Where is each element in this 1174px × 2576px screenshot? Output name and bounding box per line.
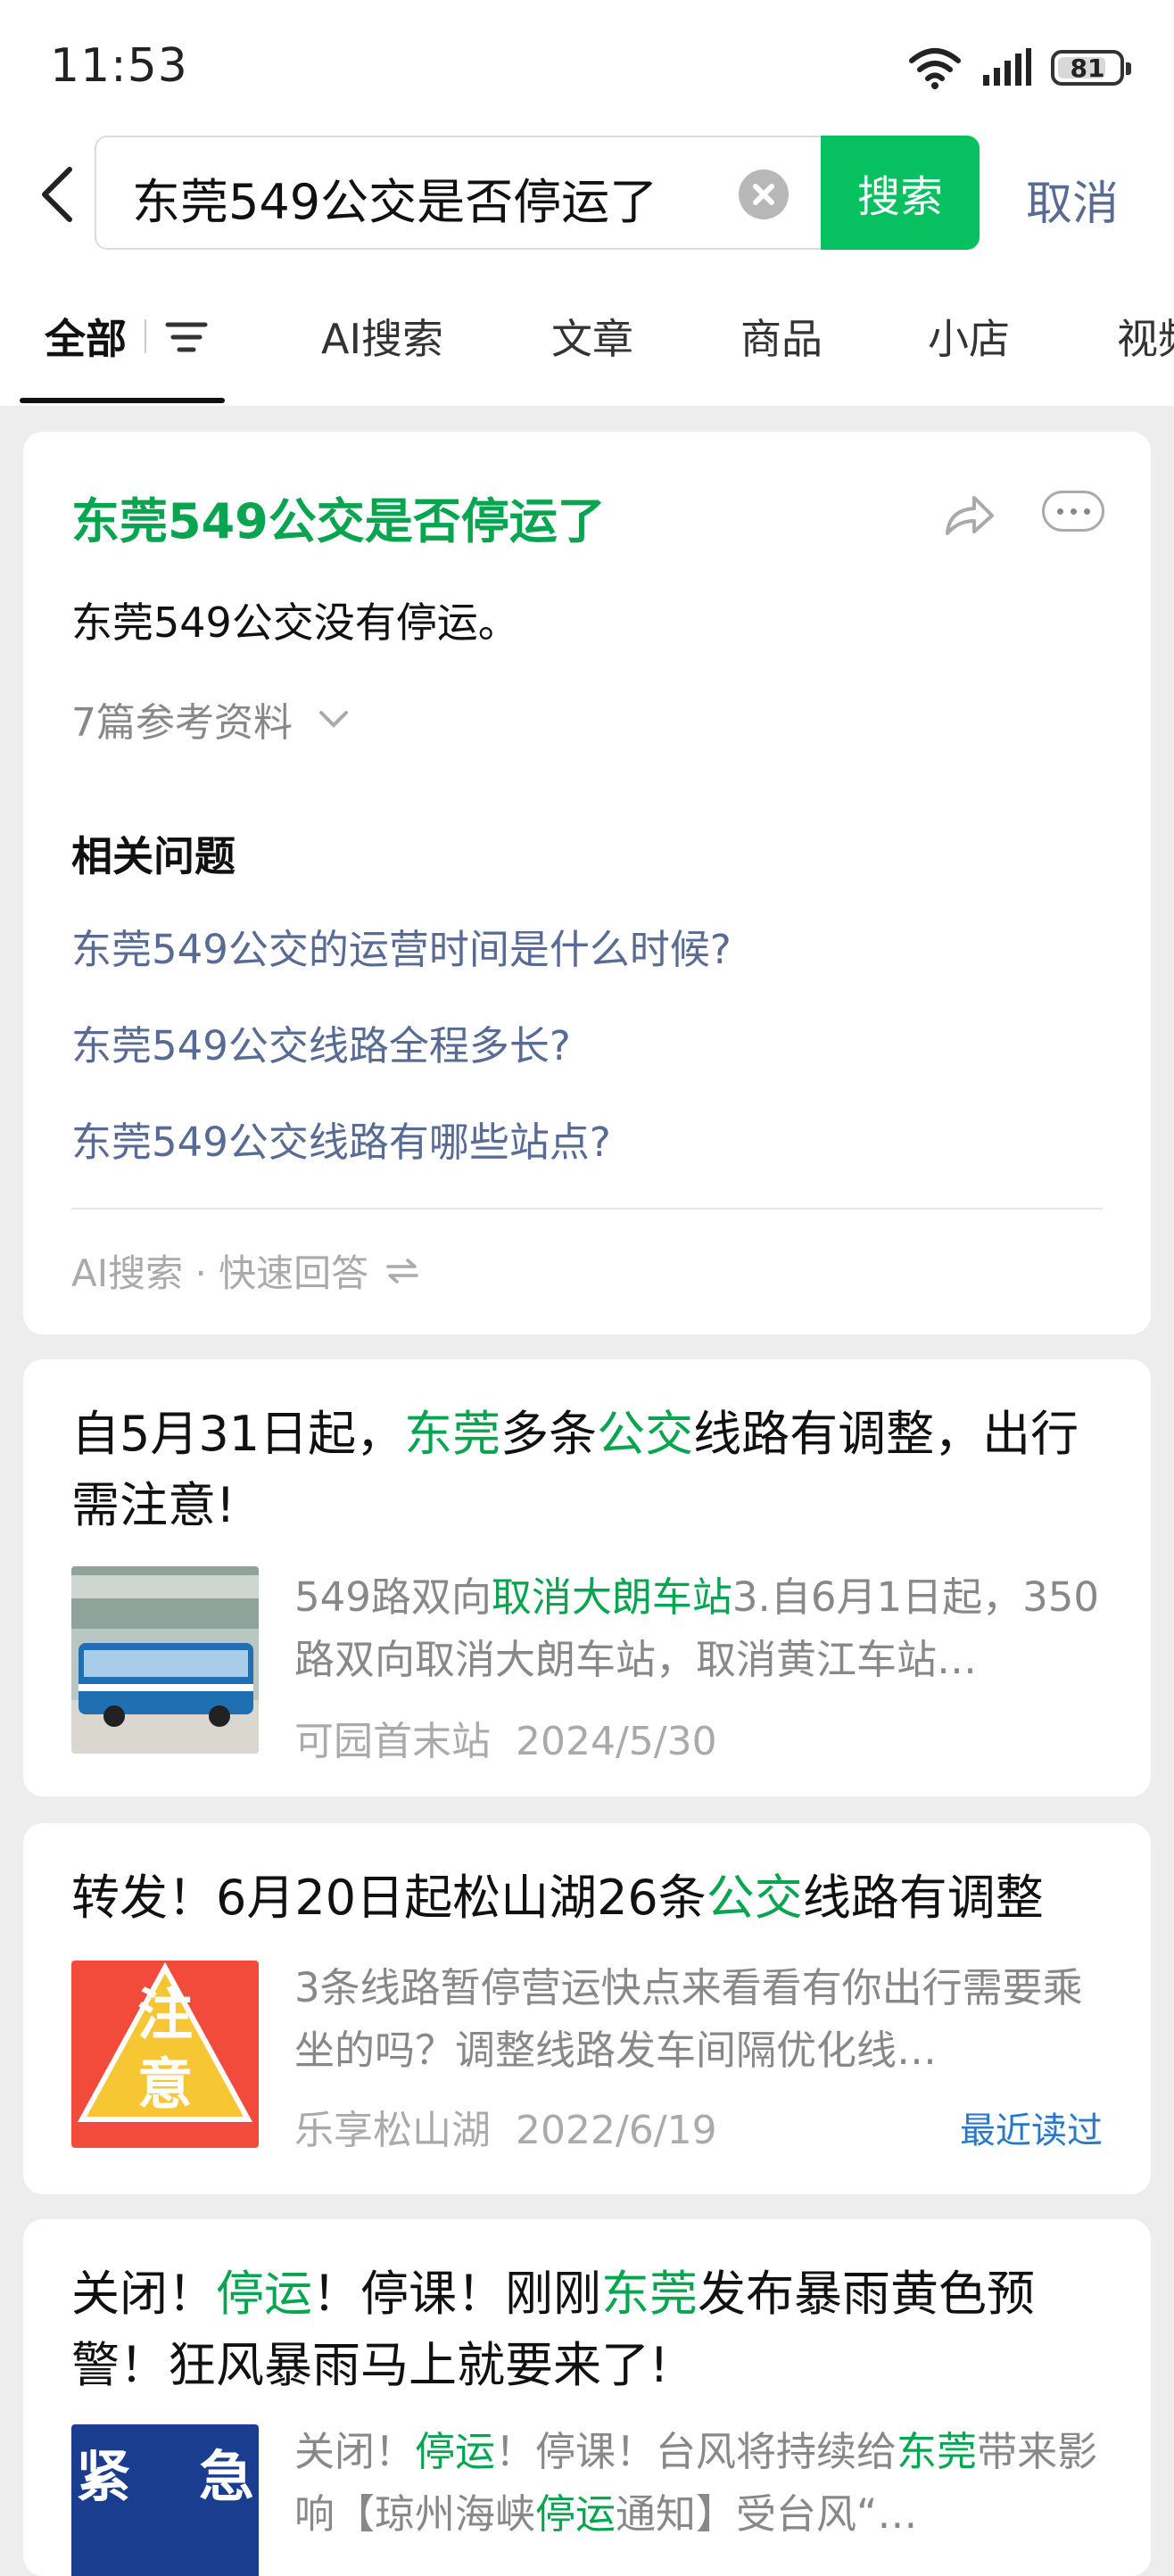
related-question-2[interactable]: 东莞549公交线路全程多长? (71, 1013, 571, 1071)
references-toggle[interactable]: 7篇参考资料 (71, 690, 351, 747)
ai-answer-card[interactable]: 东莞549公交是否停运了 东莞549公交没有停运。 7篇参考资料 相关问题 东莞… (23, 432, 1151, 1334)
ai-card-title[interactable]: 东莞549公交是否停运了 (71, 482, 606, 552)
svg-text:意: 意 (137, 2052, 193, 2117)
article-title[interactable]: 自5月31日起，东莞多条公交线路有调整，出行需注意! (71, 1399, 1103, 1541)
cancel-button[interactable]: 取消 (1026, 166, 1119, 233)
back-arrow-icon[interactable] (34, 166, 82, 223)
tab-videos[interactable]: 视频 (1117, 307, 1174, 366)
article-source: 可园首末站 (294, 1719, 491, 1764)
article-meta: 可园首末站 2024/5/30 (294, 1709, 717, 1766)
svg-text:注: 注 (137, 1982, 193, 2047)
tab-all[interactable]: 全部 (45, 307, 127, 366)
switch-arrows-icon (386, 1258, 418, 1284)
battery-percent: 81 (1070, 53, 1105, 83)
article-result-3[interactable]: 关闭！停运！停课！刚刚东莞发布暴雨黄色预警！狂风暴雨马上就要来了! 紧 急 关闭… (23, 2219, 1151, 2576)
related-question-3[interactable]: 东莞549公交线路有哪些站点? (71, 1110, 611, 1168)
tab-divider (145, 319, 146, 353)
article-source: 乐享松山湖 (294, 2108, 491, 2153)
article-result-1[interactable]: 自5月31日起，东莞多条公交线路有调整，出行需注意! 549路双向取消大朗车站3… (23, 1359, 1151, 1796)
search-query[interactable]: 东莞549公交是否停运了 (132, 162, 657, 233)
notice-thumbnail: 注 意 (71, 1961, 259, 2148)
urgent-thumbnail: 紧 急 (71, 2424, 259, 2576)
tab-products[interactable]: 商品 (740, 307, 823, 366)
status-time: 11:53 (50, 39, 188, 93)
tab-shops[interactable]: 小店 (928, 307, 1010, 366)
article-title[interactable]: 关闭！停运！停课！刚刚东莞发布暴雨黄色预警！狂风暴雨马上就要来了! (71, 2258, 1103, 2401)
more-options-icon[interactable] (1042, 491, 1104, 532)
article-date: 2024/5/30 (516, 1719, 717, 1764)
clear-icon[interactable] (739, 169, 789, 219)
battery-indicator: 81 (1051, 50, 1131, 86)
related-questions-heading: 相关问题 (71, 832, 236, 880)
wifi-icon (909, 48, 961, 89)
status-icons: 81 (908, 43, 1131, 93)
active-tab-indicator (20, 398, 225, 403)
chevron-down-icon (319, 711, 348, 728)
ai-card-footer[interactable]: AI搜索 · 快速回答 (71, 1243, 420, 1298)
signal-icon (983, 48, 1031, 86)
references-label: 7篇参考资料 (71, 700, 293, 746)
ai-answer-text: 东莞549公交没有停运。 (71, 599, 519, 647)
article-snippet: 3条线路暂停营运快点来看看有你出行需要乘坐的吗？调整线路发车间隔优化线… (294, 1964, 1083, 2074)
divider (71, 1208, 1103, 1210)
article-snippet: 关闭！停运！停课！台风将持续给东莞带来影响【琼州海峡停运通知】受台风“… (294, 2428, 1098, 2538)
svg-text:急: 急 (199, 2444, 254, 2509)
svg-text:紧: 紧 (76, 2444, 131, 2509)
filter-icon[interactable] (164, 318, 209, 357)
related-question-1[interactable]: 东莞549公交的运营时间是什么时候? (71, 917, 732, 975)
tab-articles[interactable]: 文章 (551, 307, 633, 366)
article-date: 2022/6/19 (516, 2108, 717, 2153)
share-icon[interactable] (942, 491, 996, 539)
article-meta: 乐享松山湖 2022/6/19 (294, 2098, 717, 2155)
search-button[interactable]: 搜索 (821, 136, 980, 250)
bus-thumbnail (71, 1566, 259, 1754)
warning-icon: 注 意 (77, 1961, 253, 2122)
tab-ai-search[interactable]: AI搜索 (321, 307, 443, 366)
search-input[interactable]: 东莞549公交是否停运了 (95, 136, 826, 250)
article-result-2[interactable]: 转发！6月20日起松山湖26条公交线路有调整 注 意 3条线路暂停营运快点来看看… (23, 1823, 1151, 2194)
recently-read-badge: 最近读过 (960, 2110, 1103, 2151)
article-title[interactable]: 转发！6月20日起松山湖26条公交线路有调整 (71, 1862, 1103, 1934)
ai-footer-label: AI搜索 · 快速回答 (71, 1251, 369, 1295)
article-snippet: 549路双向取消大朗车站3.自6月1日起，350路双向取消大朗车站，取消黄江车站… (294, 1573, 1100, 1683)
